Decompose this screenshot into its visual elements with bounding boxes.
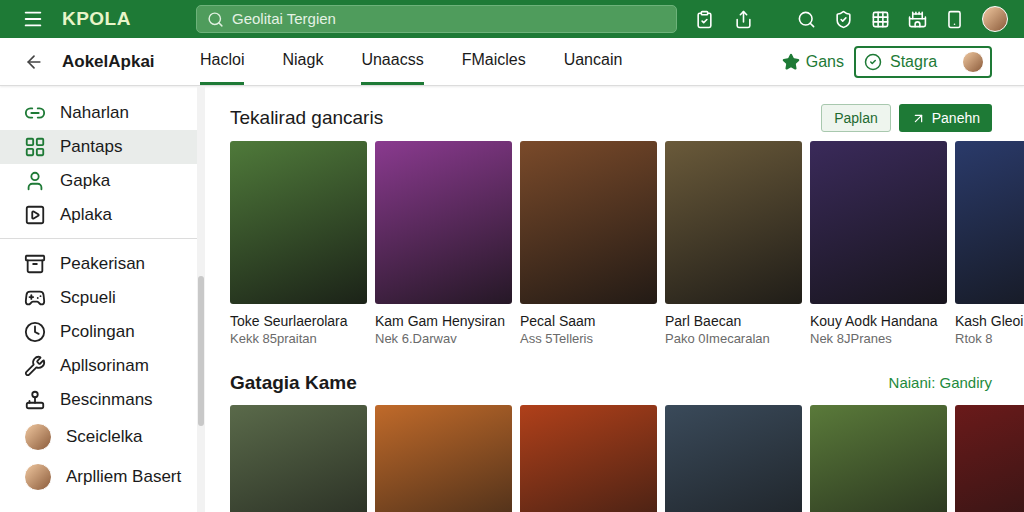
- game-subtitle: Pako 0Imecaralan: [665, 330, 802, 347]
- sidebar-item[interactable]: Pcolingan: [0, 315, 197, 349]
- menu-icon[interactable]: [22, 8, 44, 30]
- game-card[interactable]: Kouy Aodk HandanaNek 8JPranes: [810, 141, 947, 347]
- tab[interactable]: Niagk: [282, 38, 323, 85]
- game-cover: [810, 141, 947, 304]
- sidebar-item[interactable]: Bescinmans: [0, 383, 197, 417]
- sidebar-icon: [24, 102, 46, 124]
- game-subtitle: Ass 5Telleris: [520, 330, 657, 347]
- toolbar-icon[interactable]: [834, 10, 853, 29]
- search-icon: [207, 11, 224, 28]
- tab[interactable]: Unaacss: [361, 38, 423, 85]
- tab-bar: Hacloi Niagk Unaacss FMaicles Uancain: [200, 38, 622, 85]
- sidebar-scrollbar[interactable]: [197, 86, 205, 512]
- sidebar-item[interactable]: Apllsorinam: [0, 349, 197, 383]
- search-field[interactable]: Geolitai Tergien: [196, 5, 677, 33]
- card-row: [230, 405, 1024, 512]
- game-cover: [665, 405, 802, 512]
- sidebar-item[interactable]: Sceiclelka: [0, 417, 197, 457]
- toolbar-icon[interactable]: [945, 10, 964, 29]
- sidebar-icon: [24, 204, 46, 226]
- game-card[interactable]: [810, 405, 947, 512]
- user-avatar: [982, 6, 1008, 32]
- game-subtitle: Rtok 8: [955, 330, 1024, 347]
- favorite-button[interactable]: Gans: [782, 50, 844, 74]
- sidebar: NaharlanPantapsGapkaAplaka PeakerisanScpu…: [0, 86, 197, 512]
- tab[interactable]: FMaicles: [462, 38, 526, 85]
- sidebar-item[interactable]: Peakerisan: [0, 247, 197, 281]
- game-title: Pecal Saam: [520, 312, 657, 330]
- sidebar-icon: [24, 287, 46, 309]
- back-icon[interactable]: [24, 52, 44, 72]
- toolbar-icon[interactable]: [871, 10, 890, 29]
- game-subtitle: Nek 6.Darwav: [375, 330, 512, 347]
- logo[interactable]: KPOLA: [62, 5, 172, 34]
- section-title: Gatagia Kame: [230, 369, 357, 398]
- game-card[interactable]: Toke SeurlaerolaraKekk 85praitan: [230, 141, 367, 347]
- arrow-icon: [911, 111, 926, 126]
- app: KPOLA Geolitai Tergien AokelApkaiHacloi Nia…: [0, 0, 1024, 512]
- tab[interactable]: Uancain: [564, 38, 623, 85]
- sidebar-icon: [24, 253, 46, 275]
- sidebar-icon: [24, 389, 46, 411]
- game-title: Parl Baecan: [665, 312, 802, 330]
- game-subtitle: Kekk 85praitan: [230, 330, 367, 347]
- game-cover: [230, 405, 367, 512]
- sidebar-item[interactable]: Aplaka: [0, 198, 197, 232]
- toolbar-icon[interactable]: [734, 10, 753, 29]
- sidebar-icon: [24, 355, 46, 377]
- game-cover: [955, 405, 1024, 512]
- game-card[interactable]: [665, 405, 802, 512]
- tab[interactable]: Hacloi: [200, 38, 244, 85]
- sidebar-avatar: [24, 423, 52, 451]
- game-cover: [375, 405, 512, 512]
- game-card[interactable]: [520, 405, 657, 512]
- game-title: Toke Seurlaerolara: [230, 312, 367, 330]
- game-cover: [230, 141, 367, 304]
- game-title: Kam Gam Henysiran: [375, 312, 512, 330]
- game-section: Tekalirad gancaris Paplan Panehn Toke Seurl…: [230, 104, 1024, 347]
- section-link[interactable]: Naiani: Gandiry: [889, 372, 992, 395]
- toolbar-icon[interactable]: [908, 10, 927, 29]
- toolbar-icon[interactable]: [695, 10, 714, 29]
- sidebar-icon: [24, 136, 46, 158]
- sidebar-icon: [24, 321, 46, 343]
- top-bar: KPOLA Geolitai Tergien: [0, 0, 1024, 38]
- game-card[interactable]: [230, 405, 367, 512]
- star-icon: [782, 53, 800, 71]
- game-card[interactable]: Pecal SaamAss 5Telleris: [520, 141, 657, 347]
- section-button[interactable]: Paplan: [821, 104, 891, 132]
- game-title: Kouy Aodk Handana: [810, 312, 947, 330]
- card-row: Toke SeurlaerolaraKekk 85praitanKam Gam …: [230, 141, 1024, 347]
- game-title: Kash Gleoi: [955, 312, 1024, 330]
- page-title: AokelApkai: [62, 49, 200, 75]
- sidebar-item[interactable]: Naharlan: [0, 96, 197, 130]
- game-cover: [520, 405, 657, 512]
- sidebar-item[interactable]: Pantaps: [0, 130, 197, 164]
- sidebar-avatar: [24, 463, 52, 491]
- sidebar-icon: [24, 170, 46, 192]
- game-section: Gatagia Kame Naiani: Gandiry: [230, 369, 1024, 512]
- section-button[interactable]: Panehn: [899, 104, 992, 132]
- section-title: Tekalirad gancaris: [230, 104, 383, 133]
- game-subtitle: Nek 8JPranes: [810, 330, 947, 347]
- game-card[interactable]: [955, 405, 1024, 512]
- check-icon: [864, 53, 882, 71]
- sidebar-item[interactable]: Gapka: [0, 164, 197, 198]
- game-card[interactable]: Kam Gam HenysiranNek 6.Darwav: [375, 141, 512, 347]
- game-cover: [810, 405, 947, 512]
- game-cover: [520, 141, 657, 304]
- game-cover: [955, 141, 1024, 304]
- header-bar: AokelApkaiHacloi Niagk Unaacss FMaicles Uanc…: [0, 38, 1024, 86]
- toolbar-icon[interactable]: [797, 10, 816, 29]
- game-cover: [375, 141, 512, 304]
- game-card[interactable]: Kash GleoiRtok 8: [955, 141, 1024, 347]
- game-cover: [665, 141, 802, 304]
- game-card[interactable]: Parl BaecanPako 0Imecaralan: [665, 141, 802, 347]
- sidebar-item[interactable]: Scpueli: [0, 281, 197, 315]
- action-button[interactable]: Stagra: [854, 46, 992, 78]
- game-card[interactable]: [375, 405, 512, 512]
- action-avatar: [962, 51, 984, 73]
- sidebar-item[interactable]: Arplliem Basert: [0, 457, 197, 497]
- main-content: Tekalirad gancaris Paplan Panehn Toke Seurl…: [205, 86, 1024, 512]
